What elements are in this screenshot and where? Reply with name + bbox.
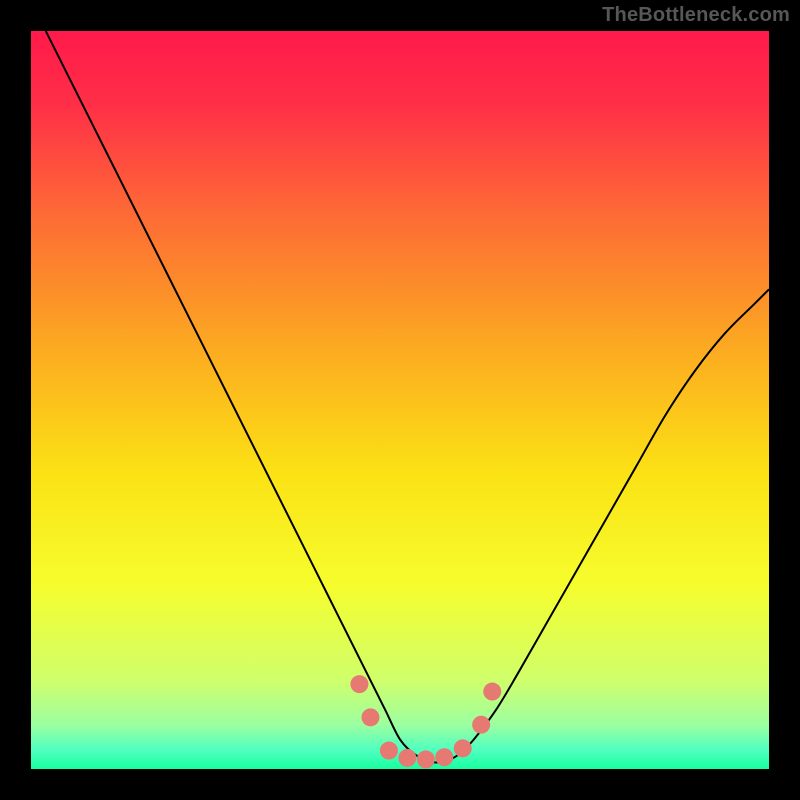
highlight-dot [417, 750, 435, 768]
highlight-dot [483, 683, 501, 701]
highlight-dot [350, 675, 368, 693]
highlight-dot [472, 716, 490, 734]
chart-frame: TheBottleneck.com [0, 0, 800, 800]
highlight-dot [435, 748, 453, 766]
plot-background [31, 31, 769, 769]
highlight-dot [398, 749, 416, 767]
bottleneck-chart [31, 31, 769, 769]
highlight-dot [380, 742, 398, 760]
attribution-text: TheBottleneck.com [602, 4, 790, 27]
highlight-dot [361, 708, 379, 726]
highlight-dot [454, 739, 472, 757]
